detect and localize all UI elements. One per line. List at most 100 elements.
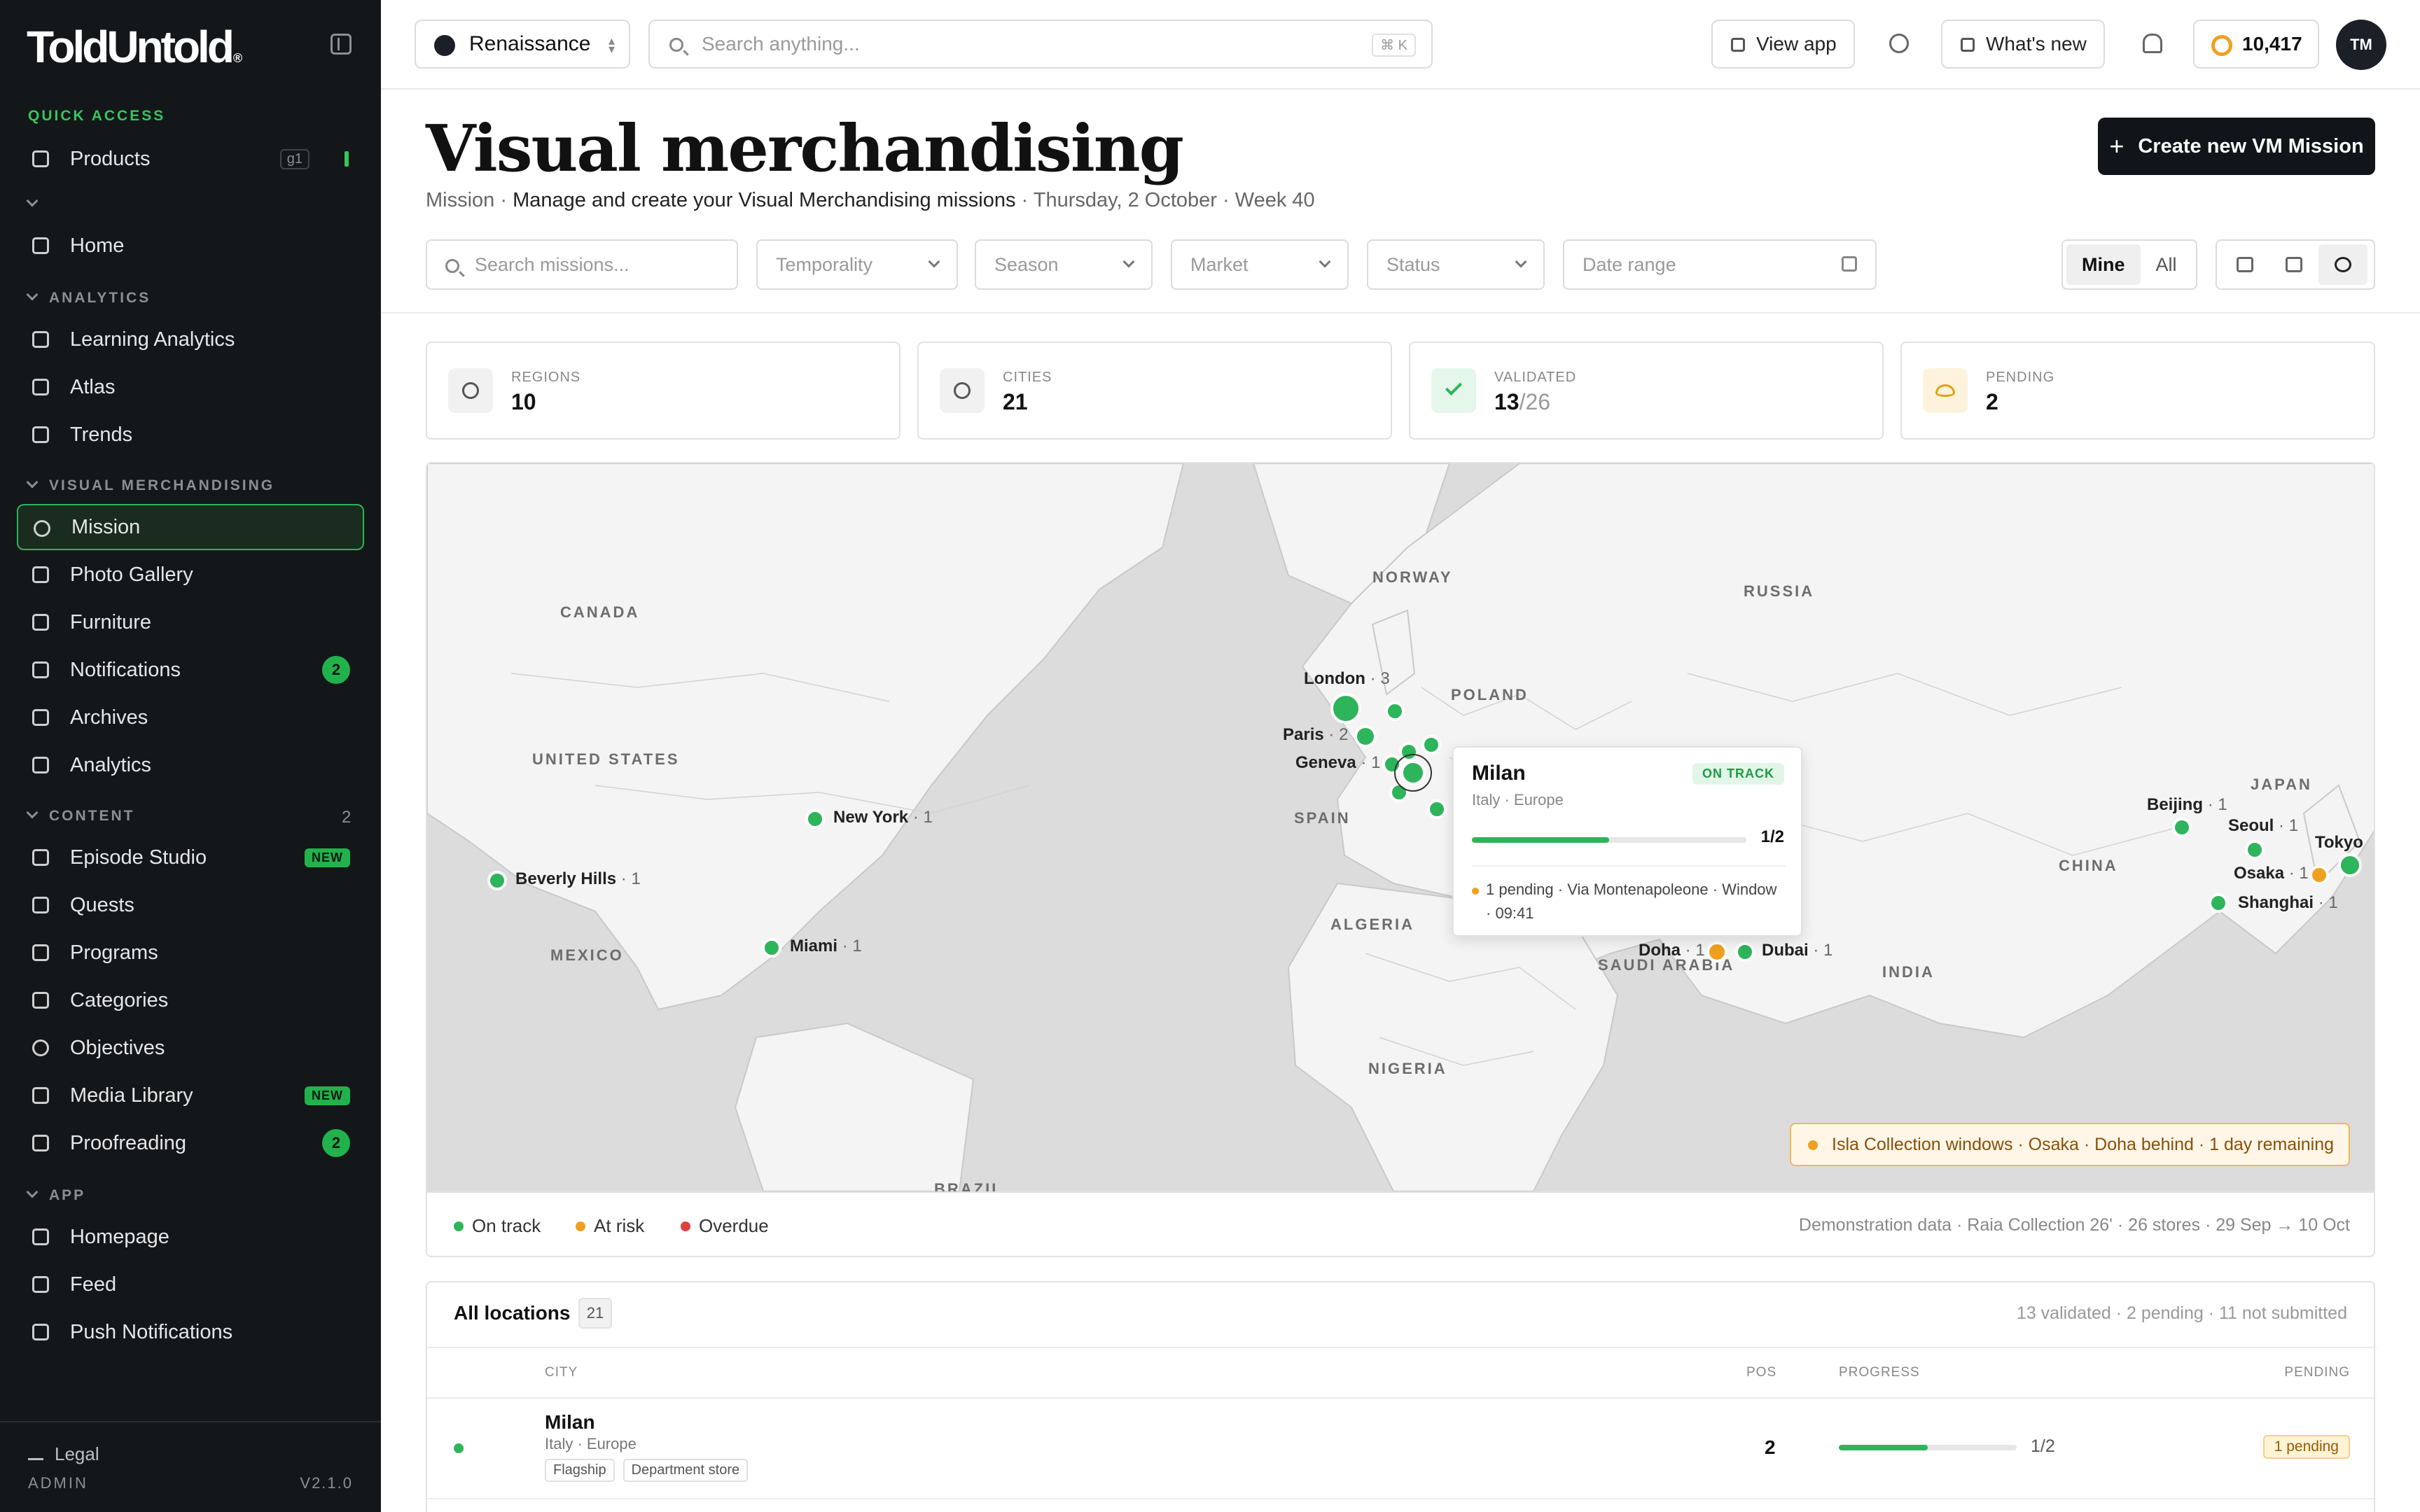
row-region: Italy · Europe [545, 1435, 637, 1452]
city-label-geneva[interactable]: Geneva · 1 [1295, 753, 1380, 773]
sidebar-item-photo-gallery[interactable]: Photo Gallery [17, 552, 364, 598]
section-content[interactable]: CONTENT 2 [26, 806, 351, 827]
marker-dubai [1735, 942, 1755, 962]
city-name: Doha [1639, 941, 1681, 960]
city-count: 3 [1380, 669, 1390, 688]
city-label-shanghai[interactable]: Shanghai · 1 [2238, 893, 2338, 913]
collapse-sidebar-icon[interactable] [331, 34, 352, 55]
sidebar-item-proofreading[interactable]: Proofreading 2 [17, 1120, 364, 1166]
workspace-selector[interactable]: Renaissance ▴ ▾ [415, 20, 630, 69]
marker-beijing [2172, 818, 2192, 837]
status-label: Status [1386, 253, 1440, 275]
market-select[interactable]: Market [1171, 239, 1349, 290]
coin-balance[interactable]: 10,417 [2193, 20, 2319, 69]
legal-link[interactable]: Legal [28, 1443, 99, 1465]
map-view-button[interactable] [2318, 244, 2367, 285]
sidebar-item-vm-analytics[interactable]: Analytics [17, 742, 364, 788]
section-analytics[interactable]: ANALYTICS [26, 288, 151, 307]
list-view-button[interactable] [2220, 244, 2269, 285]
sidebar-item-quests[interactable]: Quests [17, 882, 364, 928]
tag-icon [32, 992, 49, 1009]
column-pending[interactable]: PENDING [2284, 1365, 2350, 1380]
sidebar-item-furniture[interactable]: Furniture [17, 599, 364, 645]
legend-dot [681, 1221, 690, 1231]
create-mission-button[interactable]: + Create new VM Mission [2098, 118, 2375, 175]
season-select[interactable]: Season [975, 239, 1153, 290]
marker-doha [1706, 941, 1727, 962]
sidebar-item-mission[interactable]: Mission [17, 504, 364, 550]
sidebar-item-home[interactable]: Home [17, 223, 364, 269]
sidebar-item-atlas[interactable]: Atlas [17, 364, 364, 410]
city-name: Osaka [2234, 864, 2285, 883]
row-tag: Department store [623, 1459, 749, 1482]
temporality-select[interactable]: Temporality [756, 239, 958, 290]
status-select[interactable]: Status [1367, 239, 1545, 290]
layout-icon [32, 1228, 49, 1245]
app-logo[interactable]: ToldUntold ® [27, 21, 242, 73]
scope-mine[interactable]: Mine [2066, 244, 2141, 285]
sidebar-item-objectives[interactable]: Objectives [17, 1025, 364, 1071]
row-tags: Flagship Department store [545, 1459, 749, 1482]
column-city[interactable]: CITY [545, 1365, 578, 1380]
date-range-picker[interactable]: Date range [1563, 239, 1877, 290]
whats-new-button[interactable]: What's new [1941, 20, 2105, 69]
avatar[interactable]: TM [2336, 20, 2386, 70]
city-label-beverly-hills[interactable]: Beverly Hills · 1 [515, 869, 641, 889]
world-map[interactable]: CANADA UNITED STATES MEXICO NORWAY RUSSI… [427, 463, 2374, 1191]
city-label-doha[interactable]: Doha · 1 [1639, 941, 1705, 960]
sidebar-item-episode-studio[interactable]: Episode Studio NEW [17, 834, 364, 881]
city-label-new-york[interactable]: New York · 1 [833, 808, 933, 827]
mission-map-card: CANADA UNITED STATES MEXICO NORWAY RUSSI… [426, 462, 2375, 1257]
column-pos[interactable]: POS [1746, 1365, 1776, 1380]
scope-all[interactable]: All [2141, 244, 2192, 285]
city-label-beijing[interactable]: Beijing · 1 [2147, 795, 2227, 815]
calendar-view-button[interactable] [2269, 244, 2318, 285]
section-app[interactable]: APP [26, 1186, 85, 1204]
sidebar-item-label: Furniture [70, 610, 152, 634]
new-badge: NEW [305, 848, 350, 867]
sidebar-item-learning-analytics[interactable]: Learning Analytics [17, 316, 364, 363]
pin-icon[interactable] [345, 151, 349, 167]
city-label-miami[interactable]: Miami · 1 [790, 937, 862, 956]
table-row[interactable]: Milan Italy · Europe Flagship Department… [427, 1399, 2377, 1499]
film-icon [32, 849, 49, 866]
sidebar-item-homepage[interactable]: Homepage [17, 1214, 364, 1260]
help-icon[interactable] [1889, 34, 1909, 53]
main-content: Visual merchandising Mission · Manage an… [381, 90, 2420, 1512]
city-label-osaka[interactable]: Osaka · 1 [2234, 864, 2309, 883]
city-label-seoul[interactable]: Seoul · 1 [2228, 816, 2298, 836]
new-badge: NEW [305, 1086, 350, 1105]
quick-access-toggle[interactable] [26, 195, 49, 213]
home-icon [32, 237, 49, 254]
stat-card-pending: PENDING 2 [1900, 342, 2375, 440]
mission-search-input[interactable]: Search missions... [426, 239, 738, 290]
city-label-dubai[interactable]: Dubai · 1 [1762, 941, 1833, 960]
column-progress[interactable]: PROGRESS [1839, 1365, 1920, 1380]
legal-label: Legal [55, 1443, 99, 1464]
row-tag: Flagship [545, 1459, 615, 1482]
city-popup[interactable]: Milan Italy · Europe ON TRACK 1/2 1 pend… [1452, 746, 1802, 937]
section-visual-merchandising[interactable]: VISUAL MERCHANDISING [26, 476, 274, 494]
sidebar-item-categories[interactable]: Categories [17, 977, 364, 1023]
stat-label: REGIONS [511, 370, 581, 385]
city-name: Seoul [2228, 816, 2274, 835]
sidebar: ToldUntold ® QUICK ACCESS Products g1 Hom… [0, 0, 381, 1512]
sidebar-item-notifications[interactable]: Notifications 2 [17, 647, 364, 693]
bell-icon[interactable] [2143, 34, 2162, 53]
sidebar-item-archives[interactable]: Archives [17, 694, 364, 741]
behind-schedule-alert[interactable]: Isla Collection windows · Osaka · Doha b… [1790, 1123, 2350, 1166]
page-subtitle: Mission · Manage and create your Visual … [426, 189, 1315, 211]
city-label-paris[interactable]: Paris · 2 [1283, 725, 1348, 745]
sidebar-item-trends[interactable]: Trends [17, 412, 364, 458]
marker-tokyo [2338, 853, 2362, 877]
sidebar-item-feed[interactable]: Feed [17, 1261, 364, 1308]
city-label-london[interactable]: London · 3 [1304, 669, 1390, 689]
sidebar-item-programs[interactable]: Programs [17, 930, 364, 976]
view-app-button[interactable]: View app [1711, 20, 1855, 69]
sidebar-item-push-notifications[interactable]: Push Notifications [17, 1309, 364, 1355]
sidebar-item-products[interactable]: Products g1 [17, 136, 364, 182]
global-search-input[interactable]: Search anything... ⌘ K [648, 20, 1433, 69]
city-label-tokyo[interactable]: Tokyo [2315, 833, 2363, 853]
sidebar-item-media-library[interactable]: Media Library NEW [17, 1072, 364, 1119]
target-icon [34, 520, 50, 537]
